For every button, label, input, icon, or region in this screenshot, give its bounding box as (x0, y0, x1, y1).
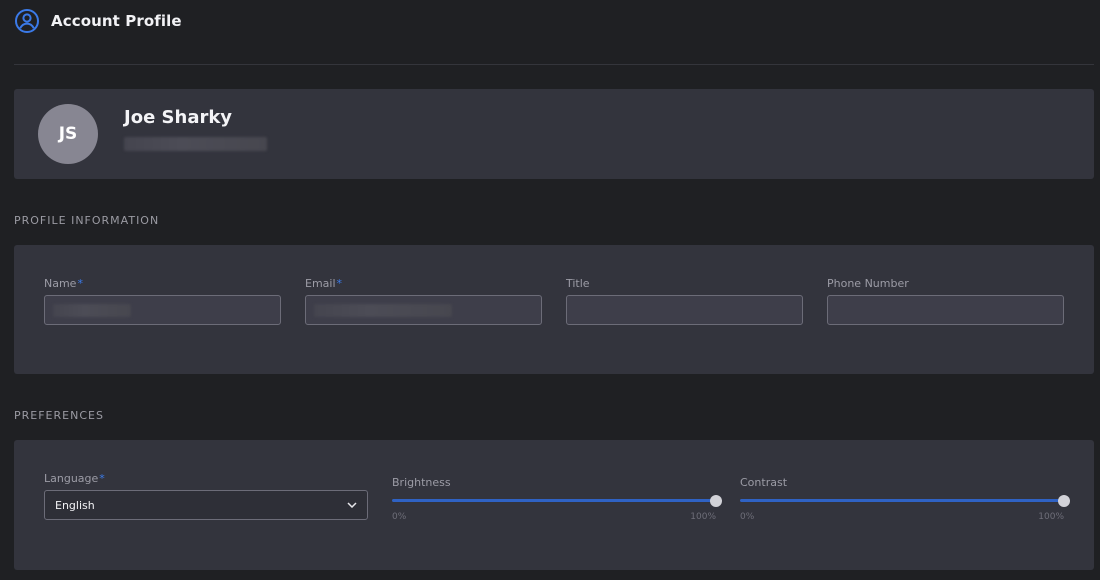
page-header: Account Profile (14, 0, 1094, 42)
user-circle-icon (14, 8, 40, 34)
field-language: Language* English (44, 472, 368, 570)
field-label: Language* (44, 472, 368, 485)
avatar: JS (38, 104, 98, 164)
redacted-value (314, 303, 452, 317)
slider-scale: 0% 100% (740, 512, 1064, 522)
profile-meta: Joe Sharky (124, 107, 267, 155)
language-selected-value: English (55, 498, 95, 512)
field-label: Name* (44, 277, 281, 290)
section-title-preferences: PREFERENCES (14, 409, 104, 422)
email-input[interactable] (305, 295, 542, 325)
slider-thumb[interactable] (1058, 494, 1070, 507)
slider-thumb[interactable] (710, 494, 722, 507)
slider-max-label: 100% (690, 512, 716, 522)
field-label: Phone Number (827, 277, 1064, 290)
slider-max-label: 100% (1038, 512, 1064, 522)
field-contrast: Contrast 0% 100% (740, 472, 1070, 570)
slider-min-label: 0% (740, 512, 755, 522)
page-title: Account Profile (51, 12, 182, 30)
required-marker: * (77, 277, 83, 290)
contrast-slider[interactable] (740, 494, 1070, 507)
preferences-card: Language* English Brightness 0% 100% Con… (14, 440, 1094, 570)
account-profile-page: Account Profile JS Joe Sharky PROFILE IN… (0, 0, 1100, 580)
field-email: Email* (305, 277, 542, 374)
slider-fill (740, 499, 1064, 502)
title-input[interactable] (566, 295, 803, 325)
field-brightness: Brightness 0% 100% (392, 472, 722, 570)
redacted-value (53, 303, 131, 317)
field-name: Name* (44, 277, 281, 374)
label-text: Language (44, 472, 99, 485)
field-label: Email* (305, 277, 542, 290)
required-marker: * (99, 472, 105, 485)
field-label: Title (566, 277, 803, 290)
header-divider (14, 64, 1094, 65)
profile-information-card: Name* Email* Title Phone Number (14, 245, 1094, 374)
profile-name: Joe Sharky (124, 107, 233, 128)
required-marker: * (336, 277, 343, 290)
slider-min-label: 0% (392, 512, 407, 522)
brightness-slider[interactable] (392, 494, 722, 507)
label-text: Phone Number (827, 277, 909, 290)
label-text: Name (44, 277, 77, 290)
field-label: Brightness (392, 476, 451, 489)
label-text: Email (305, 277, 336, 290)
field-phone-number: Phone Number (827, 277, 1064, 374)
slider-scale: 0% 100% (392, 512, 716, 522)
phone-number-input[interactable] (827, 295, 1064, 325)
field-label: Contrast (740, 476, 788, 489)
field-title: Title (566, 277, 803, 374)
label-text: Title (566, 277, 590, 290)
name-input[interactable] (44, 295, 281, 325)
chevron-down-icon (347, 500, 357, 510)
profile-summary-card: JS Joe Sharky (14, 89, 1094, 179)
slider-fill (392, 499, 716, 502)
section-title-profile-information: PROFILE INFORMATION (14, 214, 160, 227)
profile-email-redacted (124, 137, 267, 151)
language-select[interactable]: English (44, 490, 368, 520)
